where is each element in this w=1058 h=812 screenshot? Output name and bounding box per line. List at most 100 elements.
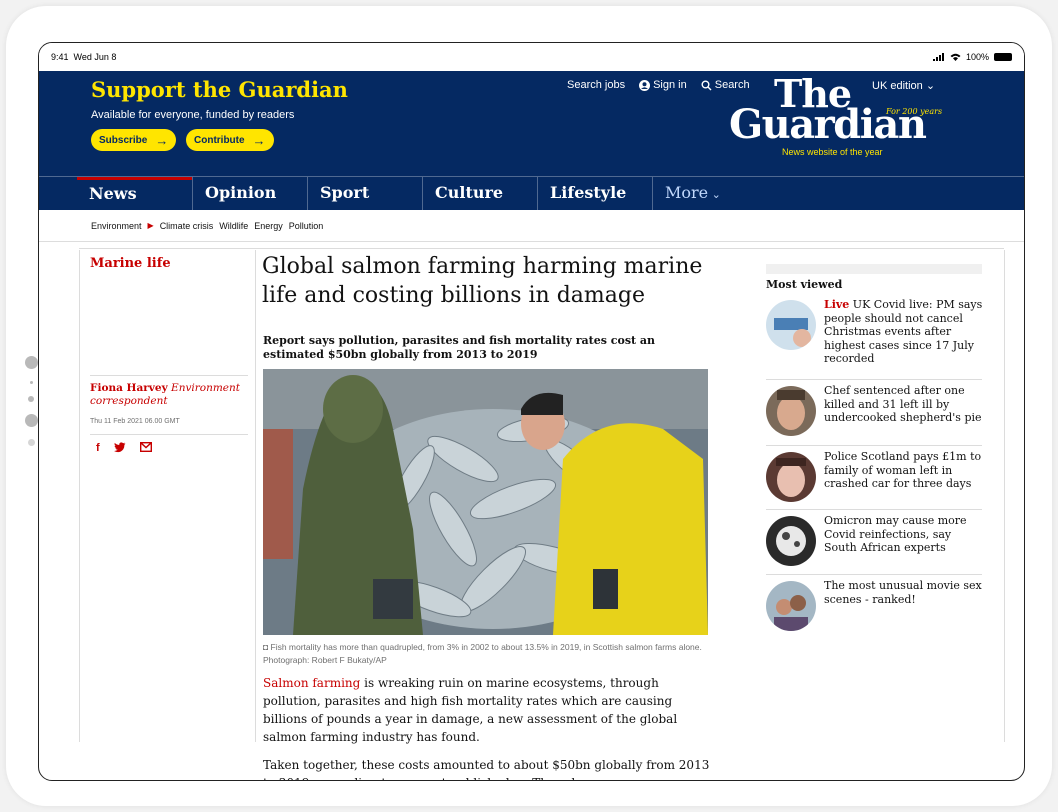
- sign-in-label: Sign in: [653, 79, 687, 91]
- covid-test-thumbnail: [766, 300, 816, 350]
- logo-tagline: For 200 years: [886, 107, 943, 116]
- article-standfirst: Report says pollution, parasites and fis…: [263, 334, 656, 361]
- subnav-pollution[interactable]: Pollution: [289, 221, 324, 231]
- portrait-thumbnail: [766, 452, 816, 502]
- tablet-screen: 9:41 Wed Jun 8 100% Support the Guardian…: [38, 42, 1025, 781]
- byline: Fiona Harvey Environment correspondent: [90, 382, 250, 408]
- article-content: Marine life Global salmon farming harmin…: [39, 242, 1024, 780]
- support-title: Support the Guardian: [91, 77, 348, 102]
- most-viewed-item[interactable]: The most unusual movie sex scenes - rank…: [766, 574, 982, 638]
- photo-caption: ◘ Fish mortality has more than quadruple…: [263, 641, 708, 667]
- salmon-farm-photo: [263, 369, 708, 635]
- edition-label: UK edition: [872, 80, 923, 92]
- most-viewed-item[interactable]: Omicron may cause more Covid reinfection…: [766, 509, 982, 573]
- twitter-icon[interactable]: [113, 442, 126, 453]
- chevron-down-icon: ⌄: [708, 188, 721, 201]
- article-paragraph: Taken together, these costs amounted to …: [263, 758, 710, 780]
- thumbnail: [766, 516, 816, 566]
- thumbnail: [766, 581, 816, 631]
- salmon-farming-link[interactable]: Salmon farming: [263, 676, 360, 690]
- support-subtitle: Available for everyone, funded by reader…: [91, 109, 295, 121]
- user-icon: [639, 79, 651, 91]
- nav-news[interactable]: News: [77, 177, 192, 210]
- facebook-icon[interactable]: f: [96, 442, 100, 454]
- masthead: Support the Guardian Available for every…: [39, 71, 1024, 176]
- dot: [28, 396, 34, 402]
- sign-in-link[interactable]: Sign in: [639, 79, 687, 91]
- subscribe-button[interactable]: Subscribe →: [91, 129, 177, 151]
- edition-selector[interactable]: UK edition ⌄: [872, 79, 935, 92]
- section-kicker[interactable]: Marine life: [90, 256, 171, 271]
- search-link[interactable]: Search: [701, 79, 750, 91]
- subnav-climate-crisis[interactable]: Climate crisis: [160, 221, 214, 231]
- search-icon: [701, 80, 712, 90]
- subnav-energy[interactable]: Energy: [254, 221, 283, 231]
- side-dots: [24, 356, 38, 458]
- nav-culture[interactable]: Culture: [422, 177, 537, 210]
- subscribe-label: Subscribe: [99, 134, 148, 146]
- publish-date: Thu 11 Feb 2021 06.00 GMT: [90, 418, 180, 425]
- portrait-thumbnail: [766, 386, 816, 436]
- email-icon[interactable]: [139, 442, 152, 452]
- author-name[interactable]: Fiona Harvey: [90, 382, 168, 394]
- most-viewed-text: The most unusual movie sex scenes - rank…: [824, 579, 982, 606]
- article-paragraph: Salmon farming is wreaking ruin on marin…: [263, 674, 711, 746]
- time: 9:41: [51, 52, 69, 62]
- divider: [90, 434, 248, 435]
- caption-text: Fish mortality has more than quadrupled,…: [263, 642, 702, 665]
- nav-opinion[interactable]: Opinion: [192, 177, 307, 210]
- dot: [24, 356, 38, 369]
- divider: [79, 248, 1004, 249]
- thumbnail: [766, 452, 816, 502]
- signal-icon: [932, 53, 944, 61]
- omicron-thumbnail: [766, 516, 816, 566]
- subnav-environment[interactable]: Environment: [91, 221, 142, 231]
- most-viewed-text: Police Scotland pays £1m to family of wo…: [824, 450, 982, 490]
- article-photo[interactable]: [263, 369, 708, 635]
- battery-icon: [994, 53, 1012, 61]
- primary-nav: News Opinion Sport Culture Lifestyle Mor…: [39, 176, 1024, 210]
- status-bar: 9:41 Wed Jun 8 100%: [39, 43, 1024, 71]
- divider: [255, 250, 256, 742]
- most-viewed-text: Live UK Covid live: PM says people shoul…: [824, 298, 984, 366]
- contribute-button[interactable]: Contribute →: [186, 129, 274, 151]
- nav-more[interactable]: More ⌄: [652, 177, 772, 210]
- nav-more-label: More: [665, 183, 709, 202]
- status-icons: 100%: [932, 52, 1012, 62]
- movie-thumbnail: [766, 581, 816, 631]
- dot: [27, 439, 35, 446]
- camera-icon: ◘: [263, 642, 271, 652]
- contribute-label: Contribute: [194, 134, 245, 146]
- chevron-down-icon: ⌄: [925, 80, 936, 92]
- status-time: 9:41 Wed Jun 8: [51, 52, 116, 62]
- most-viewed-text: Chef sentenced after one killed and 31 l…: [824, 384, 982, 424]
- most-viewed-item[interactable]: Police Scotland pays £1m to family of wo…: [766, 445, 982, 508]
- most-viewed-text: Omicron may cause more Covid reinfection…: [824, 514, 967, 554]
- thumbnail: [766, 386, 816, 436]
- article-headline: Global salmon farming harming marine lif…: [262, 254, 703, 308]
- divider: [90, 375, 248, 376]
- most-viewed-item[interactable]: Chef sentenced after one killed and 31 l…: [766, 379, 982, 444]
- most-viewed-title: Most viewed: [766, 278, 843, 291]
- dot: [24, 414, 38, 427]
- search-label: Search: [714, 79, 750, 91]
- thumbnail: [766, 300, 816, 350]
- arrow-right-icon: →: [252, 132, 266, 148]
- nav-sport[interactable]: Sport: [307, 177, 422, 210]
- search-jobs-link[interactable]: Search jobs: [567, 79, 625, 91]
- nav-lifestyle[interactable]: Lifestyle: [537, 177, 652, 210]
- divider: [1004, 250, 1005, 742]
- subnav-wildlife[interactable]: Wildlife: [219, 221, 248, 231]
- battery-percent: 100%: [965, 52, 989, 62]
- divider: [79, 250, 80, 742]
- date: Wed Jun 8: [73, 52, 117, 62]
- wifi-icon: [950, 53, 961, 61]
- sub-nav: Environment ▶ Climate crisis Wildlife En…: [39, 210, 1024, 242]
- arrow-right-icon: →: [155, 132, 169, 148]
- award-text: News website of the year: [782, 147, 883, 157]
- most-viewed-bar: [766, 264, 982, 274]
- dot: [29, 381, 33, 384]
- most-viewed-item[interactable]: Live UK Covid live: PM says people shoul…: [766, 294, 982, 378]
- share-buttons: f: [96, 442, 152, 454]
- top-links: Search jobs Sign in Search: [567, 79, 750, 91]
